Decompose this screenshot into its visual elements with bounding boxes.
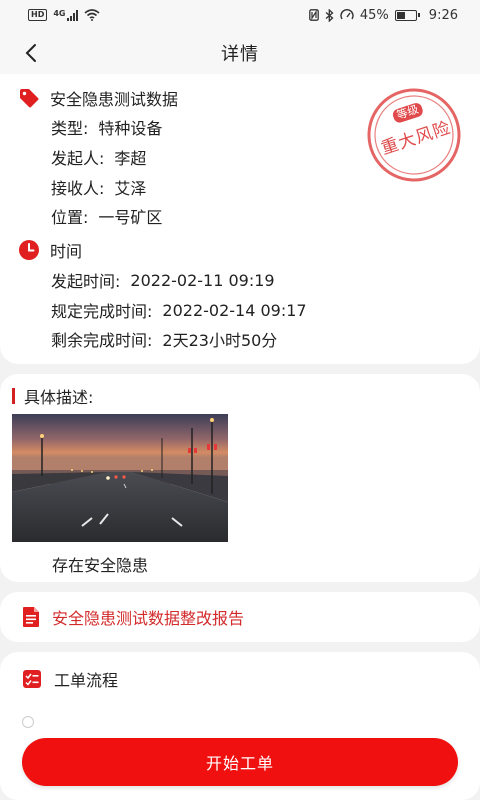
page-title: 详情 [221, 44, 259, 65]
initiator-row: 发起人: 李超 [51, 145, 146, 169]
description-label: 具体描述: [24, 388, 94, 407]
location-value: 一号矿区 [98, 208, 163, 227]
clock-icon [19, 240, 39, 260]
start-time-label: 发起时间: [51, 272, 121, 291]
location-row: 位置: 一号矿区 [51, 204, 162, 228]
bluetooth-icon [325, 8, 334, 22]
tag-icon [20, 89, 39, 108]
remaining-time-value: 2天23小时50分 [162, 331, 278, 350]
due-time-row: 规定完成时间: 2022-02-14 09:17 [51, 298, 307, 322]
battery-icon [394, 9, 420, 21]
network-type-label: 4G [53, 8, 66, 18]
header: 详情 [0, 30, 480, 76]
section-marker [12, 388, 15, 404]
remaining-time-label: 剩余完成时间: [51, 331, 153, 350]
receiver-label: 接收人: [51, 179, 105, 198]
nfc-icon [309, 9, 319, 21]
battery-percent: 45% [359, 7, 389, 23]
back-button[interactable] [16, 38, 46, 68]
document-icon [23, 607, 39, 627]
start-time-value: 2022-02-11 09:19 [130, 270, 275, 290]
workflow-header: 工单流程 [22, 667, 118, 691]
initiator-value: 李超 [114, 149, 147, 168]
initiator-label: 发起人: [51, 149, 105, 168]
start-time-row: 发起时间: 2022-02-11 09:19 [51, 268, 275, 292]
hd-badge: HD [28, 9, 48, 21]
description-card: 具体描述: 存在安全隐患 [0, 374, 480, 582]
location-label: 位置: [51, 208, 89, 227]
receiver-row: 接收人: 艾泽 [51, 175, 146, 199]
workflow-step-peek [22, 716, 34, 728]
status-bar: HD 4G 45% 9:26 [0, 0, 480, 30]
start-button-label: 开始工单 [205, 754, 274, 773]
time-section-row: 时间 [18, 238, 82, 262]
step-dot-icon [22, 716, 34, 728]
type-row: 类型: 特种设备 [51, 115, 162, 139]
info-title-row: 安全隐患测试数据 [18, 86, 178, 110]
report-label: 安全隐患测试数据整改报告 [52, 609, 245, 628]
report-card[interactable]: 安全隐患测试数据整改报告 [0, 592, 480, 642]
description-text: 存在安全隐患 [52, 556, 149, 575]
start-work-order-button[interactable]: 开始工单 [22, 738, 458, 786]
clock: 9:26 [428, 7, 458, 23]
type-label: 类型: [51, 119, 89, 138]
time-section-title: 时间 [50, 242, 83, 261]
checklist-icon [23, 670, 41, 688]
speedometer-icon [340, 9, 354, 20]
due-time-value: 2022-02-14 09:17 [162, 300, 307, 320]
hazard-photo[interactable] [12, 414, 228, 542]
remaining-time-row: 剩余完成时间: 2天23小时50分 [51, 327, 277, 351]
due-time-label: 规定完成时间: [51, 302, 153, 321]
signal-icon: 4G [53, 8, 79, 21]
receiver-value: 艾泽 [114, 179, 147, 198]
workflow-label: 工单流程 [54, 671, 119, 690]
description-heading: 具体描述: [12, 384, 93, 408]
wifi-icon [84, 9, 101, 21]
report-link[interactable]: 安全隐患测试数据整改报告 [22, 605, 244, 629]
type-value: 特种设备 [98, 119, 163, 138]
hazard-title: 安全隐患测试数据 [50, 90, 179, 109]
chevron-left-icon [25, 44, 36, 62]
